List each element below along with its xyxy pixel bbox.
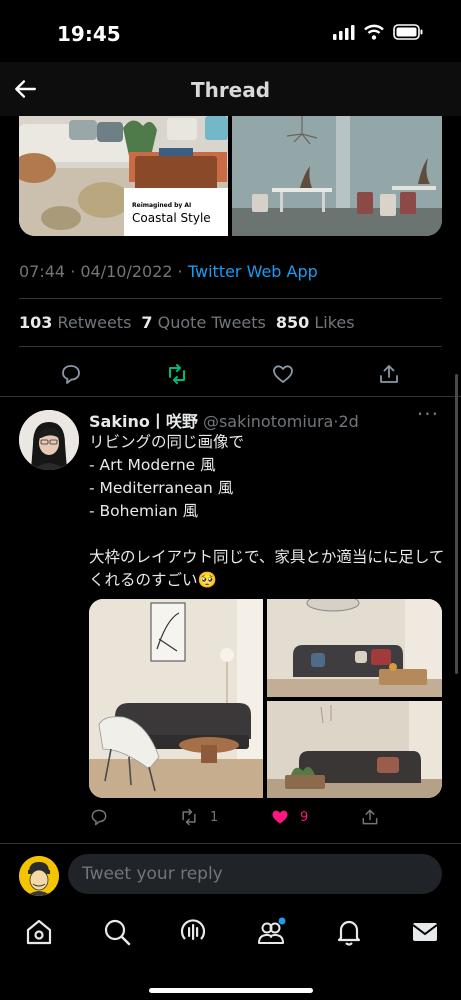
heart-icon[interactable] xyxy=(271,362,295,386)
divider xyxy=(19,298,442,299)
living-room-illustration xyxy=(267,701,442,798)
reply-line: くれるのすごい🥺 xyxy=(89,571,217,589)
art-moderne-image[interactable] xyxy=(89,599,263,798)
page-title: Thread xyxy=(190,78,271,102)
share-icon xyxy=(362,809,378,825)
like-button[interactable]: 9 xyxy=(270,807,308,827)
dining-room-image[interactable] xyxy=(232,116,442,236)
quotes-stat[interactable]: 7 Quote Tweets xyxy=(141,313,265,332)
reply-line: - Mediterranean 風 xyxy=(89,479,234,497)
living-room-illustration xyxy=(267,599,442,697)
divider xyxy=(0,396,461,397)
living-room-illustration xyxy=(89,599,263,798)
cellular-signal-icon xyxy=(333,25,355,40)
reply-icon[interactable] xyxy=(59,362,83,386)
nav-bar: Thread xyxy=(0,62,461,116)
status-time: 19:45 xyxy=(57,22,121,46)
caption-title: Coastal Style xyxy=(132,211,211,225)
notifications-icon[interactable] xyxy=(334,917,364,947)
battery-icon xyxy=(393,24,423,40)
retweets-stat[interactable]: 103 Retweets xyxy=(19,313,131,332)
retweet-button[interactable]: 1 xyxy=(178,807,218,827)
like-count: 9 xyxy=(300,809,309,825)
retweet-count: 1 xyxy=(210,809,219,825)
coastal-style-image[interactable]: Reimagined by AI Coastal Style xyxy=(19,116,228,236)
home-icon[interactable] xyxy=(24,917,54,947)
search-icon[interactable] xyxy=(102,917,132,947)
likes-stat[interactable]: 850 Likes xyxy=(276,313,355,332)
share-icon[interactable] xyxy=(377,362,401,386)
author-name[interactable]: Sakino丨咲野 xyxy=(89,412,198,431)
reply-button[interactable] xyxy=(89,807,109,827)
quotes-label: Quote Tweets xyxy=(157,313,266,332)
reply-line: - Art Moderne 風 xyxy=(89,456,216,474)
reply-tweet[interactable]: Sakino丨咲野 @sakinotomiura·2d ··· リビングの同じ画… xyxy=(0,398,461,842)
tweet-time: 07:44 xyxy=(19,262,66,281)
retweets-label: Retweets xyxy=(57,313,132,332)
author-handle[interactable]: @sakinotomiura xyxy=(203,412,333,431)
heart-icon xyxy=(272,810,288,824)
likes-count: 850 xyxy=(275,313,310,332)
likes-label: Likes xyxy=(314,313,355,332)
avatar-cartoon xyxy=(19,856,59,896)
divider xyxy=(19,346,442,347)
share-button[interactable] xyxy=(360,807,380,827)
communities-icon[interactable] xyxy=(256,917,286,947)
reply-media-grid[interactable] xyxy=(89,599,442,798)
status-icons xyxy=(333,24,423,40)
image-caption: Reimagined by AI Coastal Style xyxy=(132,202,211,225)
reply-line: - Bohemian 風 xyxy=(89,502,199,520)
messages-icon[interactable] xyxy=(410,917,440,947)
home-indicator[interactable] xyxy=(149,988,313,993)
reply-actions: 1 9 xyxy=(0,803,461,833)
bottom-tab-bar xyxy=(0,903,461,1000)
avatar[interactable] xyxy=(19,410,79,470)
mediterranean-image[interactable] xyxy=(267,599,442,697)
retweet-icon xyxy=(182,808,196,826)
tweet-actions xyxy=(0,352,461,396)
retweets-count: 103 xyxy=(19,313,53,332)
retweet-icon[interactable] xyxy=(165,362,189,386)
reply-line: リビングの同じ画像で xyxy=(89,433,245,451)
avatar[interactable] xyxy=(19,856,59,896)
reply-line: 大枠のレイアウト同じで、家具とか適当にに足して xyxy=(89,548,445,566)
reply-header: Sakino丨咲野 @sakinotomiura·2d xyxy=(89,408,359,432)
reply-input[interactable] xyxy=(68,854,442,894)
tweet-date: 04/10/2022 xyxy=(80,262,173,281)
tweet-source-link[interactable]: Twitter Web App xyxy=(188,262,318,281)
spaces-icon[interactable] xyxy=(178,917,208,947)
dining-room-illustration xyxy=(232,116,442,236)
tweet-stats: 103 Retweets 7 Quote Tweets 850 Likes xyxy=(19,313,355,332)
tweet-timestamp: 07:44 · 04/10/2022 · Twitter Web App xyxy=(19,262,318,281)
bohemian-image[interactable] xyxy=(267,701,442,798)
avatar-portrait xyxy=(19,410,79,470)
wifi-icon xyxy=(364,24,384,40)
reply-time: 2d xyxy=(338,412,359,431)
quotes-count: 7 xyxy=(141,313,153,332)
scrollbar[interactable] xyxy=(455,374,458,674)
reply-composer xyxy=(0,843,461,903)
status-bar: 19:45 xyxy=(0,0,461,62)
reply-line xyxy=(89,523,444,546)
reply-text: リビングの同じ画像で - Art Moderne 風 - Mediterrane… xyxy=(89,431,444,592)
more-dots-icon[interactable]: ··· xyxy=(417,402,439,426)
caption-small: Reimagined by AI xyxy=(132,202,192,209)
tweet-media[interactable]: Reimagined by AI Coastal Style xyxy=(19,116,442,236)
reply-icon xyxy=(91,809,107,826)
